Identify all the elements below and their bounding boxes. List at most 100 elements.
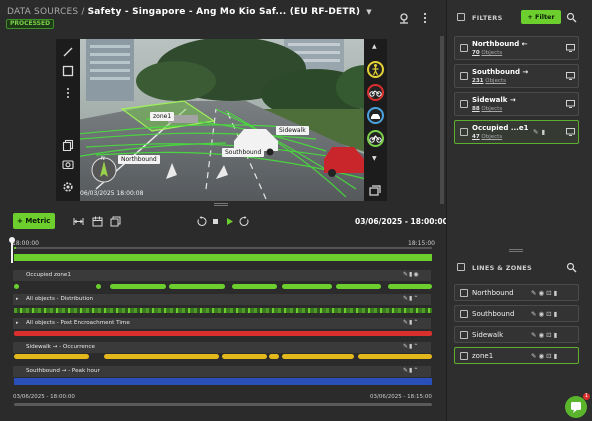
visibility-icon[interactable]: ◉	[538, 289, 546, 297]
filter-checkbox[interactable]	[460, 72, 468, 80]
zone-checkbox[interactable]	[460, 289, 468, 297]
filter-actions: ✎▮	[533, 128, 548, 136]
visibility-icon[interactable]: ◉	[538, 352, 546, 360]
camera-icon[interactable]	[62, 158, 74, 170]
timeline-scrollbar[interactable]	[14, 403, 432, 406]
zones-select-all-checkbox[interactable]	[457, 263, 465, 271]
timeline-footer-start: 03/06/2025 - 18:00:00	[13, 394, 75, 400]
metric-row-title: All objects - Post Encroachment Time	[26, 320, 130, 326]
zone-checkbox[interactable]	[460, 310, 468, 318]
metric-row-actions: ✎▮◉	[403, 271, 420, 278]
metric-row-title: All objects - Distribution	[26, 296, 94, 302]
fit-width-icon[interactable]	[73, 216, 84, 227]
playhead-knob[interactable]	[9, 237, 15, 243]
visibility-icon[interactable]: ◉	[538, 331, 546, 339]
filters-select-all-checkbox[interactable]	[457, 13, 465, 21]
plus-icon: +	[527, 13, 536, 21]
line-tool-icon[interactable]	[62, 46, 74, 58]
stop-icon[interactable]	[210, 216, 221, 227]
zone-label[interactable]: zone1	[150, 112, 175, 121]
trash-icon[interactable]: ▮	[541, 128, 548, 136]
more-vertical-icon[interactable]	[62, 87, 74, 99]
collapse-icon[interactable]: ⌃	[413, 343, 419, 350]
expand-icon[interactable]: ▸	[16, 296, 19, 302]
lock-icon[interactable]: ⊡	[546, 289, 553, 297]
trash-icon[interactable]: ▮	[554, 289, 560, 297]
collapse-icon[interactable]: ⌃	[413, 367, 419, 374]
filter-count-value: 231	[472, 78, 484, 84]
filter-checkbox[interactable]	[460, 128, 468, 136]
zone-checkbox[interactable]	[460, 331, 468, 339]
location-pin-icon[interactable]	[398, 12, 410, 24]
filter-card[interactable]: Sidewalk → 88 Objects	[454, 92, 579, 116]
southbound-label[interactable]: Southbound	[222, 148, 265, 157]
car-class-toggle[interactable]	[367, 107, 384, 124]
lock-icon[interactable]: ⊡	[546, 331, 553, 339]
fullscreen-icon[interactable]	[369, 185, 381, 196]
pedestrian-class-toggle[interactable]	[367, 61, 384, 78]
visibility-icon[interactable]: ◉	[413, 271, 419, 278]
add-filter-label: Filter	[535, 13, 555, 21]
monitor-icon[interactable]	[566, 100, 575, 108]
filter-count[interactable]: 47 Objects	[472, 134, 502, 140]
settings-gear-icon[interactable]	[62, 181, 74, 193]
visibility-icon[interactable]: ◉	[538, 310, 546, 318]
calendar-icon[interactable]	[92, 216, 103, 227]
distribution-heat-track	[14, 308, 432, 313]
video-resize-handle[interactable]	[214, 203, 228, 206]
add-metric-button[interactable]: + Metric	[13, 213, 55, 229]
monitor-icon[interactable]	[566, 44, 575, 52]
vertical-scrollbar[interactable]	[440, 36, 444, 204]
zone-checkbox[interactable]	[460, 352, 468, 360]
collapse-icon[interactable]: ⌃	[413, 295, 419, 302]
gallery-icon[interactable]	[110, 216, 121, 227]
filter-count[interactable]: 70 Objects	[472, 50, 502, 56]
trash-icon[interactable]: ▮	[554, 352, 560, 360]
motorbike-class-toggle[interactable]	[367, 84, 384, 101]
trash-icon[interactable]: ▮	[554, 331, 560, 339]
trash-icon[interactable]: ▮	[554, 310, 560, 318]
search-icon[interactable]	[566, 12, 577, 23]
collapse-icon[interactable]: ⌃	[413, 319, 419, 326]
breadcrumb-separator: /	[81, 7, 85, 17]
chevron-down-icon[interactable]: ▼	[366, 8, 372, 16]
filter-checkbox[interactable]	[460, 44, 468, 52]
zone-item[interactable]: Sidewalk ✎◉⊡▮	[454, 326, 579, 343]
northbound-label[interactable]: Northbound	[118, 155, 160, 164]
chevron-up-icon[interactable]: ▲	[372, 43, 377, 50]
zone-item[interactable]: Southbound ✎◉⊡▮	[454, 305, 579, 322]
video-frame[interactable]: N zone1 Sidewalk Northbound Southbound	[56, 39, 386, 201]
metric-row-title: Southbound → - Peak hour	[26, 368, 100, 374]
zone-item[interactable]: Northbound ✎◉⊡▮	[454, 284, 579, 301]
sidewalk-label[interactable]: Sidewalk	[276, 126, 309, 135]
breadcrumb-root[interactable]: DATA SOURCES	[7, 7, 78, 17]
status-badge: PROCESSED	[6, 19, 55, 29]
rectangle-tool-icon[interactable]	[62, 65, 74, 77]
forward-10-icon[interactable]	[239, 216, 250, 227]
filter-card-selected[interactable]: Occupied ...e1 47 Objects ✎▮	[454, 120, 579, 144]
filter-card[interactable]: Southbound → 231 Objects	[454, 64, 579, 88]
page-title: Safety - Singapore - Ang Mo Kio Saf... (…	[87, 7, 361, 17]
expand-icon[interactable]: ▸	[16, 320, 19, 326]
zone-name: Southbound	[472, 310, 515, 318]
filter-card[interactable]: Northbound ← 70 Objects	[454, 36, 579, 60]
add-filter-button[interactable]: + Filter	[521, 10, 561, 24]
filter-count-value: 47	[472, 134, 480, 140]
play-icon[interactable]	[224, 216, 235, 227]
monitor-icon[interactable]	[566, 72, 575, 80]
chevron-down-icon[interactable]: ▼	[372, 155, 377, 162]
filter-count[interactable]: 231 Objects	[472, 78, 506, 84]
filter-checkbox[interactable]	[460, 100, 468, 108]
lock-icon[interactable]: ⊡	[546, 352, 553, 360]
monitor-icon[interactable]	[566, 128, 575, 136]
bicycle-class-toggle[interactable]	[367, 130, 384, 147]
more-vertical-icon[interactable]	[419, 12, 431, 24]
search-icon[interactable]	[566, 262, 577, 273]
filter-name: Occupied ...e1	[472, 124, 529, 132]
filter-count[interactable]: 88 Objects	[472, 106, 502, 112]
panel-resize-handle[interactable]	[509, 249, 523, 252]
zone-item-selected[interactable]: zone1 ✎◉⊡▮	[454, 347, 579, 364]
copy-icon[interactable]	[62, 139, 74, 151]
lock-icon[interactable]: ⊡	[546, 310, 553, 318]
rewind-10-icon[interactable]	[196, 216, 207, 227]
